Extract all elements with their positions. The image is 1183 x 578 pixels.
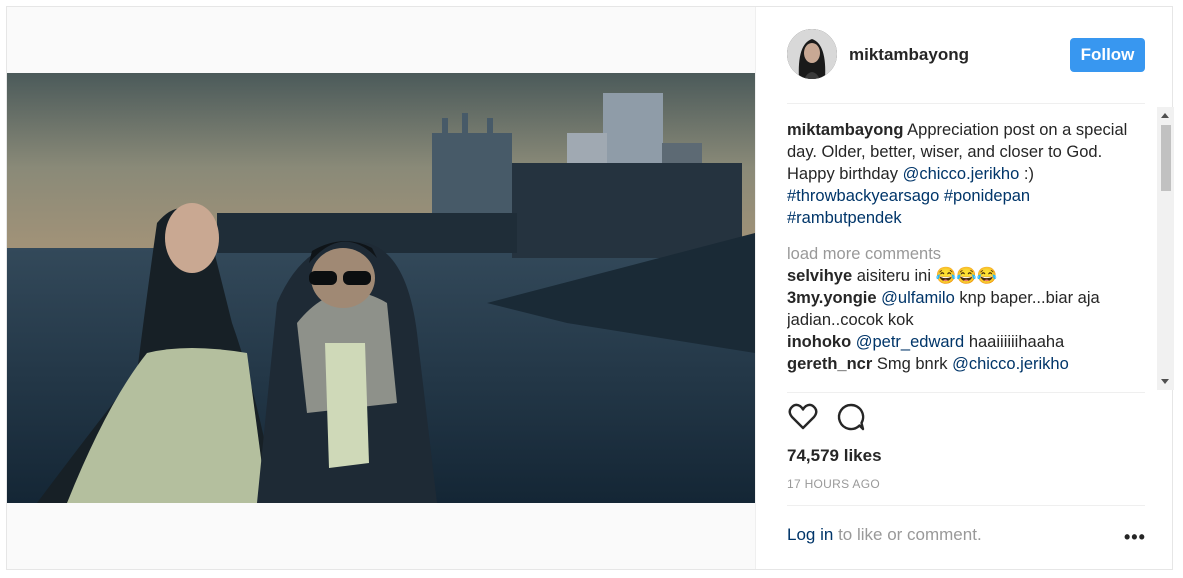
hashtag[interactable]: #rambutpendek bbox=[787, 209, 902, 227]
scrollbar-thumb[interactable] bbox=[1161, 125, 1171, 191]
avatar[interactable] bbox=[787, 29, 837, 79]
scroll-down-arrow-icon[interactable] bbox=[1161, 379, 1169, 384]
comments-list: miktambayong Appreciation post on a spec… bbox=[787, 119, 1145, 389]
caption-after: :) bbox=[1023, 165, 1034, 183]
scroll-up-arrow-icon[interactable] bbox=[1161, 113, 1169, 118]
caption-username[interactable]: miktambayong bbox=[787, 121, 903, 139]
login-link[interactable]: Log in bbox=[787, 525, 833, 544]
comment-mention[interactable]: @ulfamilo bbox=[881, 289, 955, 307]
more-options-icon[interactable]: ••• bbox=[1124, 527, 1146, 548]
caption-mention[interactable]: @chicco.jerikho bbox=[903, 165, 1020, 183]
post-photo[interactable] bbox=[7, 73, 755, 503]
comment-icon[interactable] bbox=[835, 401, 867, 433]
comment-username[interactable]: 3my.yongie bbox=[787, 289, 877, 307]
login-prompt-text: to like or comment. bbox=[838, 525, 982, 544]
likes-count[interactable]: 74,579 likes bbox=[787, 446, 882, 466]
comment-text: aisiteru ini 😂😂😂 bbox=[856, 267, 998, 285]
comment-text: Smg bnrk bbox=[876, 355, 948, 373]
comment-item: gereth_ncr Smg bnrk @chicco.jerikho bbox=[787, 353, 1145, 375]
post-card: miktambayong Follow miktambayong Appreci… bbox=[6, 6, 1174, 570]
comment-username[interactable]: gereth_ncr bbox=[787, 355, 872, 373]
comment-text: haaiiiiiihaaha bbox=[968, 333, 1065, 351]
post-media bbox=[7, 7, 755, 569]
header-divider bbox=[787, 103, 1145, 104]
footer-divider bbox=[787, 505, 1145, 506]
post-timestamp[interactable]: 17 HOURS AGO bbox=[787, 477, 880, 491]
post-sidebar: miktambayong Follow miktambayong Appreci… bbox=[755, 7, 1174, 569]
load-more-comments[interactable]: load more comments bbox=[787, 243, 1145, 265]
comment-item: selvihye aisiteru ini 😂😂😂 bbox=[787, 265, 1145, 287]
hashtag[interactable]: #throwbackyearsago bbox=[787, 187, 939, 205]
caption: miktambayong Appreciation post on a spec… bbox=[787, 119, 1145, 229]
comment-item: inohoko @petr_edward haaiiiiiihaaha bbox=[787, 331, 1145, 353]
login-prompt: Log in to like or comment. bbox=[787, 525, 982, 545]
comment-username[interactable]: selvihye bbox=[787, 267, 852, 285]
comment-mention[interactable]: @chicco.jerikho bbox=[952, 355, 1069, 373]
heart-icon[interactable] bbox=[787, 401, 819, 433]
comment-item: 3my.yongie @ulfamilo knp baper...biar aj… bbox=[787, 287, 1145, 331]
post-username[interactable]: miktambayong bbox=[849, 45, 969, 65]
follow-button[interactable]: Follow bbox=[1070, 38, 1145, 72]
post-header: miktambayong Follow bbox=[756, 7, 1173, 103]
comments-scrollbar[interactable] bbox=[1157, 107, 1174, 390]
comments-divider bbox=[787, 392, 1145, 393]
hashtag[interactable]: #ponidepan bbox=[944, 187, 1030, 205]
comment-username[interactable]: inohoko bbox=[787, 333, 851, 351]
comment-mention[interactable]: @petr_edward bbox=[856, 333, 964, 351]
